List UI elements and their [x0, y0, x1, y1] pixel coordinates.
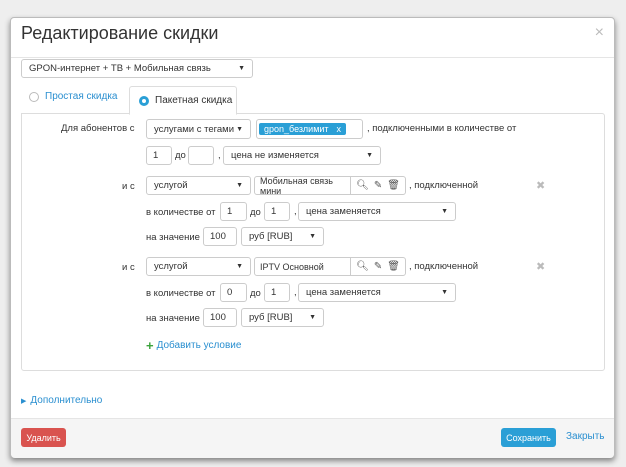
from-input[interactable]: 1: [220, 202, 247, 221]
condition-2: и с услугой ▼ IPTV Основной 🔍︎ ✎ 🗑︎ , подкл…: [11, 257, 614, 337]
condition-type-select[interactable]: услугой ▼: [146, 257, 251, 276]
value-input[interactable]: 100: [203, 227, 237, 246]
edit-discount-dialog: Редактирование скидки × GPON-интернет + …: [10, 17, 615, 458]
to-input[interactable]: 1: [264, 283, 290, 302]
and-label: и с: [122, 181, 135, 192]
tags-input[interactable]: gpon_безлимит x: [256, 119, 363, 139]
service-value: IPTV Основной: [260, 261, 324, 272]
comma: ,: [294, 206, 297, 217]
service-input[interactable]: Мобильная связь мини 🔍︎ ✎ 🗑︎: [254, 175, 406, 196]
tab-label: Простая скидка: [45, 91, 118, 102]
caret-down-icon: ▼: [236, 125, 243, 133]
caret-down-icon: ▼: [441, 289, 448, 296]
radio-icon[interactable]: [29, 91, 39, 102]
currency-select[interactable]: руб [RUB] ▼: [241, 308, 324, 327]
connected-text: , подключенными в количестве от: [367, 123, 517, 134]
caret-down-icon: ▼: [309, 314, 316, 321]
advanced-toggle[interactable]: ▶ Дополнительно: [21, 395, 102, 406]
search-icon[interactable]: 🔍︎: [356, 180, 369, 191]
select-value: руб [RUB]: [249, 231, 293, 242]
plus-icon: +: [146, 338, 154, 353]
select-value: услугой: [154, 180, 188, 191]
value-input[interactable]: 100: [203, 308, 237, 327]
caret-down-icon: ▼: [366, 152, 373, 159]
trash-icon[interactable]: 🗑︎: [387, 261, 400, 272]
tag-chip: gpon_безлимит x: [259, 123, 347, 135]
caret-down-icon: ▼: [236, 263, 243, 270]
caret-down-icon: ▼: [309, 233, 316, 240]
tab-package-discount[interactable]: Пакетная скидка: [129, 86, 237, 115]
connected-text: , подключенной: [409, 261, 479, 272]
select-value: цена не изменяется: [231, 150, 319, 161]
quantity-label: в количестве от: [146, 288, 216, 299]
condition-type-select[interactable]: услугой ▼: [146, 176, 251, 195]
tab-simple-discount[interactable]: Простая скидка: [29, 91, 118, 102]
select-value: цена заменяется: [306, 287, 381, 298]
for-subscribers-label: Для абонентов с: [61, 123, 135, 134]
edit-icon[interactable]: ✎: [374, 261, 382, 272]
connected-text: , подключенной: [409, 180, 479, 191]
price-mode-select[interactable]: цена заменяется ▼: [298, 202, 456, 221]
comma: ,: [294, 287, 297, 298]
radio-selected-icon[interactable]: [139, 95, 149, 106]
select-value: услугами с тегами: [154, 123, 234, 135]
condition-1: и с услугой ▼ Мобильная связь мини 🔍︎ ✎ 🗑︎ …: [11, 176, 614, 256]
remove-condition-icon[interactable]: ✖: [536, 260, 545, 273]
to-label: до: [250, 207, 261, 218]
save-button[interactable]: Сохранить: [501, 428, 556, 447]
package-select[interactable]: GPON-интернет + ТВ + Мобильная связь ▼: [21, 59, 253, 78]
service-value: Мобильная связь мини: [260, 175, 333, 196]
quantity-label: в количестве от: [146, 207, 216, 218]
add-condition-link[interactable]: + Добавить условие: [146, 338, 241, 353]
add-condition-label: Добавить условие: [156, 340, 242, 351]
to-label: до: [250, 288, 261, 299]
remove-tag-icon[interactable]: x: [337, 124, 342, 134]
package-select-value: GPON-интернет + ТВ + Мобильная связь: [29, 63, 211, 74]
to-input[interactable]: [188, 146, 214, 165]
edit-icon[interactable]: ✎: [374, 180, 382, 191]
caret-down-icon: ▼: [441, 208, 448, 215]
currency-select[interactable]: руб [RUB] ▼: [241, 227, 324, 246]
delete-button[interactable]: Удалить: [21, 428, 66, 447]
value-label: на значение: [146, 313, 200, 324]
dialog-header: Редактирование скидки ×: [11, 18, 614, 58]
trash-icon[interactable]: 🗑︎: [387, 180, 400, 191]
search-icon[interactable]: 🔍︎: [356, 261, 369, 272]
caret-down-icon: ▼: [238, 65, 245, 72]
price-mode-select[interactable]: цена заменяется ▼: [298, 283, 456, 302]
value-label: на значение: [146, 232, 200, 243]
to-label: до: [175, 150, 186, 161]
to-input[interactable]: 1: [264, 202, 290, 221]
select-value: цена заменяется: [306, 206, 381, 217]
close-link[interactable]: Закрыть: [566, 431, 605, 442]
and-label: и с: [122, 262, 135, 273]
price-mode-select[interactable]: цена не изменяется ▼: [223, 146, 381, 165]
select-value: услугой: [154, 261, 188, 272]
advanced-label: Дополнительно: [30, 395, 103, 406]
close-icon[interactable]: ×: [595, 24, 604, 42]
dialog-title: Редактирование скидки: [21, 23, 219, 43]
select-value: руб [RUB]: [249, 312, 293, 323]
tag-label: gpon_безлимит: [264, 124, 329, 134]
comma: ,: [218, 150, 221, 161]
remove-condition-icon[interactable]: ✖: [536, 179, 545, 192]
from-input[interactable]: 0: [220, 283, 247, 302]
service-input[interactable]: IPTV Основной 🔍︎ ✎ 🗑︎: [254, 257, 406, 276]
subscriber-type-select[interactable]: услугами с тегами ▼: [146, 119, 251, 139]
from-input[interactable]: 1: [146, 146, 172, 165]
caret-down-icon: ▼: [236, 182, 243, 189]
caret-right-icon: ▶: [21, 397, 27, 405]
tab-label: Пакетная скидка: [155, 95, 233, 106]
dialog-footer: Удалить Сохранить Закрыть: [11, 418, 614, 458]
